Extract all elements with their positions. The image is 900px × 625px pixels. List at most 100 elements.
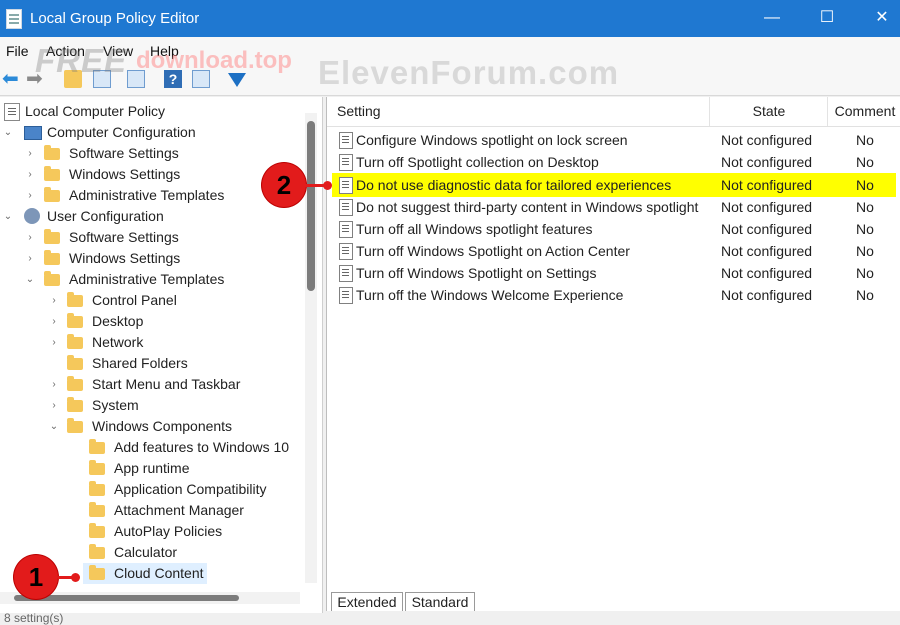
tree-item-administrative-templates[interactable]: › Administrative Templates [0,185,300,206]
tree-item-application-compatibility[interactable]: Application Compatibility [0,479,300,500]
folder-icon [44,250,60,265]
folder-icon [89,523,105,538]
folder-icon [89,460,105,475]
back-arrow-icon[interactable]: ⬅ [2,69,20,89]
table-row[interactable]: Do not suggest third-party content in Wi… [327,196,900,218]
tree-item-add-features[interactable]: Add features to Windows 10 [0,437,300,458]
folder-icon [67,292,83,307]
filter-icon[interactable] [228,73,246,87]
tree-label: Start Menu and Taskbar [92,376,241,392]
window-title: Local Group Policy Editor [30,10,200,27]
tree-item-desktop[interactable]: › Desktop [0,311,300,332]
tree-label: Windows Settings [69,166,181,182]
tree-label: AutoPlay Policies [114,523,223,539]
tree-item-computer-configuration[interactable]: ⌄ Computer Configuration [0,122,300,143]
tree-item-user-configuration[interactable]: ⌄ User Configuration [0,206,300,227]
chevron-right-icon[interactable]: › [25,164,35,185]
setting-state: Not configured [721,199,813,215]
chevron-right-icon[interactable]: › [49,374,59,395]
setting-state: Not configured [721,221,813,237]
chevron-right-icon[interactable]: › [25,227,35,248]
chevron-right-icon[interactable]: › [49,395,59,416]
setting-comment: No [856,154,874,170]
policy-setting-icon [339,287,353,304]
close-button[interactable]: ✕ [862,8,900,28]
table-row[interactable]: Turn off Spotlight collection on Desktop… [327,151,900,173]
setting-state: Not configured [721,287,813,303]
tree-label: Network [92,334,144,350]
tree-label: User Configuration [47,208,164,224]
menu-file[interactable]: File [6,43,29,59]
chevron-down-icon[interactable]: ⌄ [25,269,35,290]
tree-label: Local Computer Policy [25,103,166,119]
tree-label: Add features to Windows 10 [114,439,290,455]
settings-pane: Setting State Comment Configure Windows … [326,97,900,611]
tree-label: Control Panel [92,292,177,308]
tree-item-autoplay-policies[interactable]: AutoPlay Policies [0,521,300,542]
tree-item-cloud-content[interactable]: Cloud Content [83,563,207,584]
chevron-down-icon[interactable]: ⌄ [49,416,59,437]
tree-item-control-panel[interactable]: › Control Panel [0,290,300,311]
chevron-right-icon[interactable]: › [25,185,35,206]
chevron-down-icon[interactable]: ⌄ [3,206,13,227]
setting-comment: No [856,243,874,259]
folder-icon [67,313,83,328]
folder-icon [67,418,83,433]
setting-comment: No [856,221,874,237]
tree-item-windows-components[interactable]: ⌄ Windows Components [0,416,300,437]
column-state[interactable]: State [709,97,828,126]
folder-icon [89,565,105,580]
chevron-down-icon[interactable]: ⌄ [3,122,13,143]
tab-extended[interactable]: Extended [331,592,403,611]
tab-standard[interactable]: Standard [405,592,475,611]
tree-item-network[interactable]: › Network [0,332,300,353]
folder-icon [44,145,60,160]
tree-item-shared-folders[interactable]: Shared Folders [0,353,300,374]
table-row[interactable]: Turn off Windows Spotlight on Action Cen… [327,240,900,262]
chevron-right-icon[interactable]: › [25,143,35,164]
chevron-right-icon[interactable]: › [49,290,59,311]
table-row-highlighted[interactable]: Do not use diagnostic data for tailored … [327,174,900,196]
maximize-button[interactable]: ☐ [807,8,847,28]
column-comment[interactable]: Comment [827,97,900,126]
watermark-download: download.top [136,47,292,74]
tree-item-attachment-manager[interactable]: Attachment Manager [0,500,300,521]
policy-setting-icon [339,243,353,260]
vertical-scroll-thumb[interactable] [307,121,315,291]
table-row[interactable]: Turn off Windows Spotlight on Settings N… [327,262,900,284]
tree-item-start-menu-taskbar[interactable]: › Start Menu and Taskbar [0,374,300,395]
tree-item-user-software-settings[interactable]: › Software Settings [0,227,300,248]
setting-state: Not configured [721,177,813,193]
tree-label: Administrative Templates [69,271,225,287]
tree-item-user-windows-settings[interactable]: › Windows Settings [0,248,300,269]
tree-item-windows-settings[interactable]: › Windows Settings [0,164,300,185]
table-row[interactable]: Configure Windows spotlight on lock scre… [327,129,900,151]
tree-item-software-settings[interactable]: › Software Settings [0,143,300,164]
setting-state: Not configured [721,154,813,170]
tree-label: System [92,397,139,413]
setting-name: Do not use diagnostic data for tailored … [356,177,672,193]
tree-label: Computer Configuration [47,124,196,140]
tree-item-local-computer-policy[interactable]: Local Computer Policy [0,101,300,122]
tree-label: Attachment Manager [114,502,244,518]
column-setting[interactable]: Setting [337,97,381,126]
setting-name: Turn off the Windows Welcome Experience [356,287,624,303]
horizontal-scroll-thumb[interactable] [14,595,239,601]
chevron-right-icon[interactable]: › [49,332,59,353]
watermark-free: FREE [35,42,128,79]
tree-label: App runtime [114,460,190,476]
setting-comment: No [856,132,874,148]
table-row[interactable]: Turn off all Windows spotlight features … [327,218,900,240]
computer-icon [24,126,42,140]
tree-label: Administrative Templates [69,187,225,203]
minimize-button[interactable]: — [752,8,792,28]
chevron-right-icon[interactable]: › [25,248,35,269]
tree-item-user-administrative-templates[interactable]: ⌄ Administrative Templates [0,269,300,290]
policy-setting-icon [339,154,353,171]
tree-label: Windows Settings [69,250,181,266]
table-row[interactable]: Turn off the Windows Welcome Experience … [327,284,900,306]
chevron-right-icon[interactable]: › [49,311,59,332]
policy-setting-icon [339,199,353,216]
tree-item-system[interactable]: › System [0,395,300,416]
tree-item-app-runtime[interactable]: App runtime [0,458,300,479]
